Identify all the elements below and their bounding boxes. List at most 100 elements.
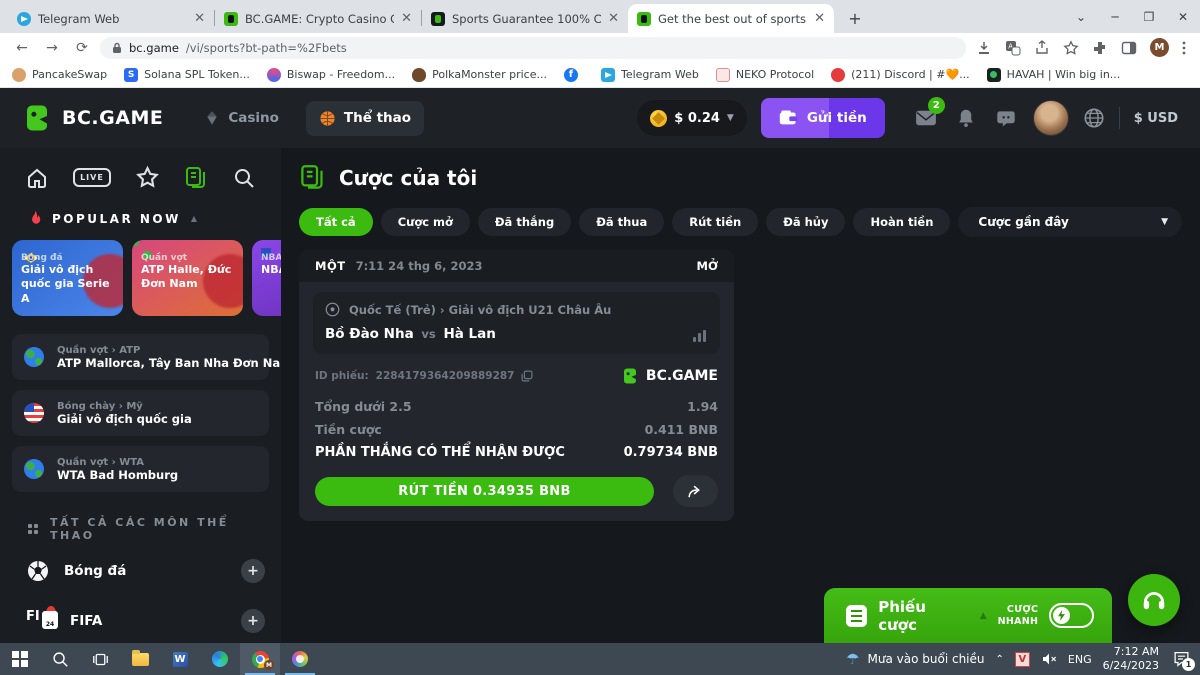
forward-icon[interactable]: → bbox=[40, 40, 64, 56]
action-center-button[interactable]: 1 bbox=[1170, 651, 1192, 667]
tab-close-icon[interactable]: ✕ bbox=[401, 12, 412, 25]
muted-speaker-icon[interactable] bbox=[1041, 652, 1057, 666]
windows-logo-icon bbox=[12, 651, 28, 667]
card-category: Bóng đá bbox=[21, 253, 114, 263]
filter-lost[interactable]: Đã thua bbox=[579, 208, 664, 236]
taskbar-clock[interactable]: 7:12 AM 6/24/2023 bbox=[1103, 645, 1159, 673]
back-icon[interactable]: ← bbox=[10, 40, 34, 56]
language-indicator[interactable]: ENG bbox=[1068, 653, 1092, 666]
copy-icon[interactable] bbox=[521, 370, 533, 382]
quick-bet-line2: NHANH bbox=[998, 616, 1039, 627]
soccer-ball-icon bbox=[325, 302, 340, 317]
popular-card-nba[interactable]: NBA 2 NBA bbox=[252, 240, 281, 316]
clock-date: 6/24/2023 bbox=[1103, 659, 1159, 673]
bookmark-pancakeswap[interactable]: PancakeSwap bbox=[12, 68, 107, 82]
tab-telegram[interactable]: Telegram Web ✕ bbox=[8, 4, 214, 33]
reload-icon[interactable]: ⟳ bbox=[70, 40, 94, 56]
bookmark-discord[interactable]: (211) Discord | #🧡... bbox=[831, 68, 970, 82]
sidebar-item-fifa[interactable]: FI24 FIFA + bbox=[0, 596, 281, 643]
restore-button[interactable]: ❐ bbox=[1132, 10, 1166, 24]
search-icon[interactable] bbox=[232, 166, 256, 190]
inbox-button[interactable]: 2 bbox=[913, 109, 939, 127]
chat-icon bbox=[996, 109, 1016, 128]
url-bar[interactable]: bc.game/vi/sports?bt-path=%2Fbets bbox=[100, 37, 966, 59]
bookmark-polkamonster[interactable]: PolkaMonster price... bbox=[412, 68, 547, 82]
tray-expand-icon[interactable]: ⌃ bbox=[996, 654, 1004, 665]
filter-cashout[interactable]: Rút tiền bbox=[672, 208, 758, 236]
filter-open[interactable]: Cược mở bbox=[381, 208, 470, 236]
bookmark-telegram[interactable]: Telegram Web bbox=[601, 68, 699, 82]
side-panel-icon[interactable] bbox=[1121, 40, 1137, 56]
live-icon[interactable]: LIVE bbox=[73, 168, 111, 187]
home-icon[interactable] bbox=[25, 166, 49, 190]
expand-plus-button[interactable]: + bbox=[241, 609, 265, 633]
paint-button[interactable] bbox=[280, 643, 320, 675]
pancakeswap-icon bbox=[12, 68, 26, 82]
event-panel[interactable]: Quốc Tế (Trẻ) › Giải vô địch U21 Châu Âu… bbox=[313, 292, 720, 354]
bookmark-neko[interactable]: NEKO Protocol bbox=[716, 68, 814, 82]
edge-button[interactable] bbox=[200, 643, 240, 675]
tab-close-icon[interactable]: ✕ bbox=[608, 12, 619, 25]
popular-card-atp-halle[interactable]: Quần vợt ATP Halle, Đức Đơn Nam bbox=[132, 240, 243, 316]
chrome-button[interactable]: M bbox=[240, 643, 280, 675]
nav-casino[interactable]: Casino bbox=[191, 101, 292, 135]
v-app-tray-icon[interactable]: V bbox=[1015, 652, 1030, 667]
bookmark-biswap[interactable]: Biswap - Freedom... bbox=[267, 68, 395, 82]
balance-selector[interactable]: $ 0.24 ▼ bbox=[637, 100, 747, 136]
popular-now-header[interactable]: POPULAR NOW ▲ bbox=[0, 190, 281, 227]
close-button[interactable]: ✕ bbox=[1166, 10, 1200, 24]
tab-bcgame-casino[interactable]: BC.GAME: Crypto Casino Games ✕ bbox=[215, 4, 421, 33]
filter-cancelled[interactable]: Đã hủy bbox=[766, 208, 845, 236]
task-view-button[interactable] bbox=[80, 643, 120, 675]
bookmark-facebook[interactable]: f bbox=[564, 68, 584, 82]
sort-dropdown[interactable]: Cược gần đây ▼ bbox=[958, 207, 1182, 237]
filter-won[interactable]: Đã thắng bbox=[478, 208, 571, 236]
my-bets-icon[interactable] bbox=[184, 166, 208, 190]
quick-bet-toggle[interactable] bbox=[1049, 603, 1094, 628]
nav-sports[interactable]: Thể thao bbox=[306, 101, 424, 136]
bookmark-havah[interactable]: HAVAH | Win big in... bbox=[987, 68, 1121, 82]
weather-widget[interactable]: ☂ Mưa vào buổi chiều bbox=[846, 650, 984, 668]
deposit-button[interactable]: Gửi tiền bbox=[761, 98, 885, 138]
taskbar-search-button[interactable] bbox=[40, 643, 80, 675]
tab-close-icon[interactable]: ✕ bbox=[814, 12, 825, 25]
filter-refund[interactable]: Hoàn tiền bbox=[853, 208, 950, 236]
support-button[interactable] bbox=[1128, 574, 1180, 626]
menu-kebab-icon[interactable] bbox=[1182, 40, 1186, 56]
currency-selector[interactable]: $ USD bbox=[1134, 111, 1178, 126]
share-icon[interactable] bbox=[1034, 40, 1050, 56]
bcgame-logo[interactable]: BC.GAME bbox=[22, 103, 163, 133]
file-explorer-button[interactable] bbox=[120, 643, 160, 675]
download-icon[interactable] bbox=[976, 40, 992, 56]
tab-close-icon[interactable]: ✕ bbox=[194, 12, 205, 25]
tab-search-icon[interactable]: ⌄ bbox=[1064, 10, 1098, 24]
profile-avatar[interactable]: M bbox=[1150, 38, 1169, 57]
sidebar-item-football[interactable]: Bóng đá + bbox=[0, 546, 281, 596]
start-button[interactable] bbox=[0, 643, 40, 675]
expand-plus-button[interactable]: + bbox=[241, 559, 265, 583]
bookmark-solana[interactable]: SSolana SPL Token... bbox=[124, 68, 250, 82]
extensions-icon[interactable] bbox=[1092, 40, 1108, 56]
language-globe-icon[interactable] bbox=[1083, 107, 1105, 129]
popular-match-wta[interactable]: Quần vợt › WTA WTA Bad Homburg bbox=[12, 446, 269, 492]
new-tab-button[interactable]: + bbox=[842, 5, 868, 31]
tab-sports-guarantee[interactable]: Sports Guarantee 100% Cashbac ✕ bbox=[422, 4, 628, 33]
word-button[interactable]: W bbox=[160, 643, 200, 675]
chat-button[interactable] bbox=[993, 109, 1019, 128]
popular-card-serie-a[interactable]: Bóng đá Giải vô địch quốc gia Serie A bbox=[12, 240, 123, 316]
popular-match-mlb[interactable]: Bóng chày › Mỹ Giải vô địch quốc gia bbox=[12, 390, 269, 436]
statistics-icon[interactable] bbox=[693, 330, 706, 342]
tab-sports-betting-active[interactable]: Get the best out of sports betting ✕ bbox=[628, 4, 834, 33]
minimize-button[interactable]: ─ bbox=[1098, 10, 1132, 24]
betslip-bar[interactable]: Phiếu cược ▲ CƯỢC NHANH bbox=[824, 588, 1112, 643]
notifications-button[interactable] bbox=[953, 108, 979, 128]
favorites-star-icon[interactable] bbox=[135, 165, 160, 190]
share-bet-button[interactable] bbox=[673, 475, 718, 507]
translate-icon[interactable]: A bbox=[1005, 40, 1021, 56]
cashout-button[interactable]: RÚT TIỀN 0.34935 BNB bbox=[315, 477, 654, 506]
popular-match-atp-mallorca[interactable]: Quần vợt › ATP ATP Mallorca, Tây Ban Nha… bbox=[12, 334, 269, 380]
collapse-triangle-icon[interactable]: ▲ bbox=[191, 214, 197, 223]
bookmark-star-icon[interactable] bbox=[1063, 40, 1079, 56]
filter-all[interactable]: Tất cả bbox=[299, 208, 373, 236]
user-avatar[interactable] bbox=[1033, 100, 1069, 136]
